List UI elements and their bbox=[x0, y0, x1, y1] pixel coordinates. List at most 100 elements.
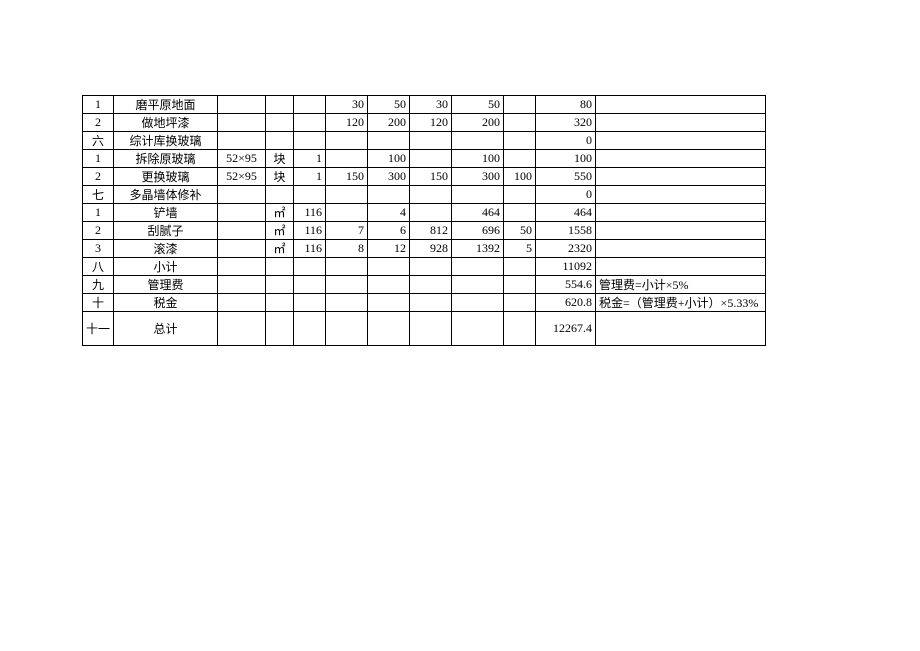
table-cell: 做地坪漆 bbox=[114, 114, 218, 132]
table-cell: 拆除原玻璃 bbox=[114, 150, 218, 168]
table-cell: 滚漆 bbox=[114, 240, 218, 258]
table-cell: 2 bbox=[83, 114, 114, 132]
table-body: 1磨平原地面30503050802做地坪漆120200120200320六综计库… bbox=[83, 96, 766, 346]
table-cell: 1392 bbox=[452, 240, 504, 258]
table-cell bbox=[452, 312, 504, 346]
table-cell bbox=[504, 132, 536, 150]
table-cell: 50 bbox=[452, 96, 504, 114]
table-cell: 1558 bbox=[536, 222, 596, 240]
table-cell bbox=[596, 222, 766, 240]
table-cell: 小计 bbox=[114, 258, 218, 276]
table-cell bbox=[294, 258, 326, 276]
table-cell bbox=[410, 132, 452, 150]
table-cell: 6 bbox=[368, 222, 410, 240]
table-cell bbox=[266, 294, 294, 312]
table-cell bbox=[410, 312, 452, 346]
table-cell bbox=[596, 240, 766, 258]
table-cell bbox=[410, 276, 452, 294]
table-cell bbox=[504, 294, 536, 312]
table-cell bbox=[294, 294, 326, 312]
table-cell: 七 bbox=[83, 186, 114, 204]
table-cell: 刮腻子 bbox=[114, 222, 218, 240]
table-cell bbox=[504, 204, 536, 222]
table-row: 1磨平原地面3050305080 bbox=[83, 96, 766, 114]
table-cell bbox=[218, 204, 266, 222]
table-row: 十税金620.8税金=（管理费+小计）×5.33% bbox=[83, 294, 766, 312]
table-cell: 30 bbox=[410, 96, 452, 114]
table-cell: ㎡ bbox=[266, 240, 294, 258]
table-cell bbox=[218, 186, 266, 204]
table-cell: 管理费 bbox=[114, 276, 218, 294]
table-cell: 464 bbox=[536, 204, 596, 222]
table-cell: 8 bbox=[326, 240, 368, 258]
table-cell bbox=[218, 276, 266, 294]
table-cell bbox=[596, 168, 766, 186]
table-cell: 52×95 bbox=[218, 150, 266, 168]
table-cell bbox=[410, 294, 452, 312]
table-cell bbox=[326, 258, 368, 276]
table-row: 2更换玻璃52×95块1150300150300100550 bbox=[83, 168, 766, 186]
table-cell bbox=[326, 276, 368, 294]
table-cell: 150 bbox=[410, 168, 452, 186]
table-cell: 200 bbox=[452, 114, 504, 132]
table-row: 2做地坪漆120200120200320 bbox=[83, 114, 766, 132]
table-cell: 磨平原地面 bbox=[114, 96, 218, 114]
table-cell bbox=[596, 96, 766, 114]
table-cell: 550 bbox=[536, 168, 596, 186]
table-cell: 2 bbox=[83, 222, 114, 240]
table-cell bbox=[266, 132, 294, 150]
table-cell: 464 bbox=[452, 204, 504, 222]
document-page: 1磨平原地面30503050802做地坪漆120200120200320六综计库… bbox=[0, 0, 920, 651]
table-cell bbox=[368, 258, 410, 276]
table-cell bbox=[368, 186, 410, 204]
table-cell: 0 bbox=[536, 132, 596, 150]
table-cell bbox=[326, 294, 368, 312]
table-cell bbox=[504, 312, 536, 346]
table-cell bbox=[294, 132, 326, 150]
table-cell: 300 bbox=[452, 168, 504, 186]
table-cell: 300 bbox=[368, 168, 410, 186]
table-cell bbox=[452, 258, 504, 276]
table-cell: 812 bbox=[410, 222, 452, 240]
table-cell bbox=[368, 294, 410, 312]
table-cell: 116 bbox=[294, 240, 326, 258]
table-cell bbox=[504, 114, 536, 132]
table-cell bbox=[410, 204, 452, 222]
table-cell bbox=[504, 150, 536, 168]
table-cell: 1 bbox=[83, 96, 114, 114]
table-cell: 税金 bbox=[114, 294, 218, 312]
table-cell bbox=[266, 186, 294, 204]
table-cell: 2 bbox=[83, 168, 114, 186]
table-cell: 管理费=小计×5% bbox=[596, 276, 766, 294]
table-cell: 7 bbox=[326, 222, 368, 240]
table-row: 2刮腻子㎡11676812696501558 bbox=[83, 222, 766, 240]
table-cell bbox=[218, 222, 266, 240]
table-cell bbox=[368, 276, 410, 294]
table-row: 七多晶墙体修补0 bbox=[83, 186, 766, 204]
table-cell: 5 bbox=[504, 240, 536, 258]
table-cell bbox=[410, 150, 452, 168]
table-row: 1铲墙㎡1164464464 bbox=[83, 204, 766, 222]
table-cell bbox=[596, 114, 766, 132]
table-cell: ㎡ bbox=[266, 204, 294, 222]
table-cell bbox=[452, 294, 504, 312]
table-cell: 铲墙 bbox=[114, 204, 218, 222]
table-cell: 30 bbox=[326, 96, 368, 114]
table-cell: 1 bbox=[294, 150, 326, 168]
table-cell: 综计库换玻璃 bbox=[114, 132, 218, 150]
table-cell bbox=[326, 312, 368, 346]
table-cell bbox=[294, 186, 326, 204]
table-cell bbox=[294, 312, 326, 346]
table-cell: 696 bbox=[452, 222, 504, 240]
cost-table: 1磨平原地面30503050802做地坪漆120200120200320六综计库… bbox=[82, 95, 766, 346]
table-cell bbox=[596, 186, 766, 204]
table-cell bbox=[266, 258, 294, 276]
table-cell: 总计 bbox=[114, 312, 218, 346]
table-row: 九管理费554.6管理费=小计×5% bbox=[83, 276, 766, 294]
table-cell bbox=[452, 276, 504, 294]
table-cell: 1 bbox=[83, 150, 114, 168]
table-cell: 12 bbox=[368, 240, 410, 258]
table-cell bbox=[326, 186, 368, 204]
table-cell: 200 bbox=[368, 114, 410, 132]
table-cell bbox=[596, 150, 766, 168]
